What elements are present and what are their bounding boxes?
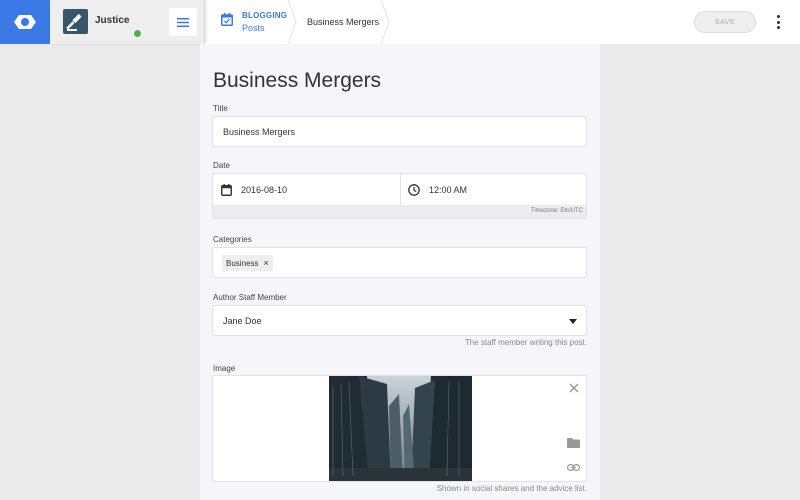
menu-button[interactable]	[169, 8, 197, 36]
date-field: 2016-08-10 12:00 AM Timezone: Etc/UTC	[212, 173, 587, 219]
chip-remove-icon[interactable]: ×	[263, 258, 268, 268]
date-input[interactable]: 2016-08-10	[213, 174, 401, 205]
date-label: Date	[213, 161, 230, 170]
gavel-icon	[66, 13, 82, 31]
breadcrumb-current: Business Mergers	[307, 17, 380, 27]
image-preview[interactable]	[329, 376, 472, 482]
time-input[interactable]: 12:00 AM	[402, 174, 586, 205]
breadcrumb-posts-link[interactable]: Posts	[242, 23, 265, 33]
edit-panel: Business Mergers Title Business Mergers …	[200, 44, 600, 500]
breadcrumb-separator	[287, 0, 297, 44]
calendar-icon	[221, 13, 233, 26]
app-logo[interactable]	[0, 0, 50, 44]
categories-input[interactable]: Business ×	[212, 247, 587, 278]
eye-logo-icon	[14, 15, 36, 29]
clock-icon	[408, 183, 420, 196]
title-input[interactable]: Business Mergers	[212, 116, 587, 147]
image-help-text: Shown in social shares and the advice li…	[436, 484, 587, 493]
site-name: Justice	[95, 15, 130, 26]
site-avatar	[63, 9, 88, 34]
author-value: Jane Doe	[223, 316, 262, 326]
folder-icon[interactable]	[567, 438, 580, 448]
author-help-text: The staff member writing this post.	[464, 338, 587, 347]
hamburger-menu-icon	[177, 17, 189, 27]
date-value: 2016-08-10	[241, 184, 288, 195]
image-field	[212, 375, 587, 482]
save-button[interactable]: SAVE	[694, 11, 756, 33]
site-switcher[interactable]: Justice	[50, 0, 205, 44]
title-value: Business Mergers	[223, 127, 296, 137]
close-icon[interactable]	[569, 383, 579, 393]
breadcrumb-separator	[380, 0, 390, 44]
link-icon[interactable]	[567, 464, 580, 471]
title-label: Title	[213, 104, 228, 113]
breadcrumb-section[interactable]: BLOGGING	[242, 11, 287, 20]
category-chip-label: Business	[226, 258, 259, 268]
image-label: Image	[213, 364, 236, 373]
page-title: Business Mergers	[213, 69, 382, 92]
author-label: Author Staff Member	[213, 293, 287, 302]
timezone-strip: Timezone: Etc/UTC	[213, 205, 586, 218]
calendar-icon	[221, 183, 232, 196]
categories-label: Categories	[213, 235, 252, 244]
site-status-icon	[133, 29, 142, 38]
caret-down-icon	[569, 319, 577, 324]
more-vertical-icon[interactable]	[774, 14, 782, 30]
category-chip: Business ×	[222, 255, 273, 271]
time-value: 12:00 AM	[429, 184, 468, 195]
author-select[interactable]: Jane Doe	[212, 305, 587, 336]
top-bar: Justice BLOGGING Posts Business Mergers …	[0, 0, 800, 44]
timezone-note: Timezone: Etc/UTC	[530, 208, 583, 214]
